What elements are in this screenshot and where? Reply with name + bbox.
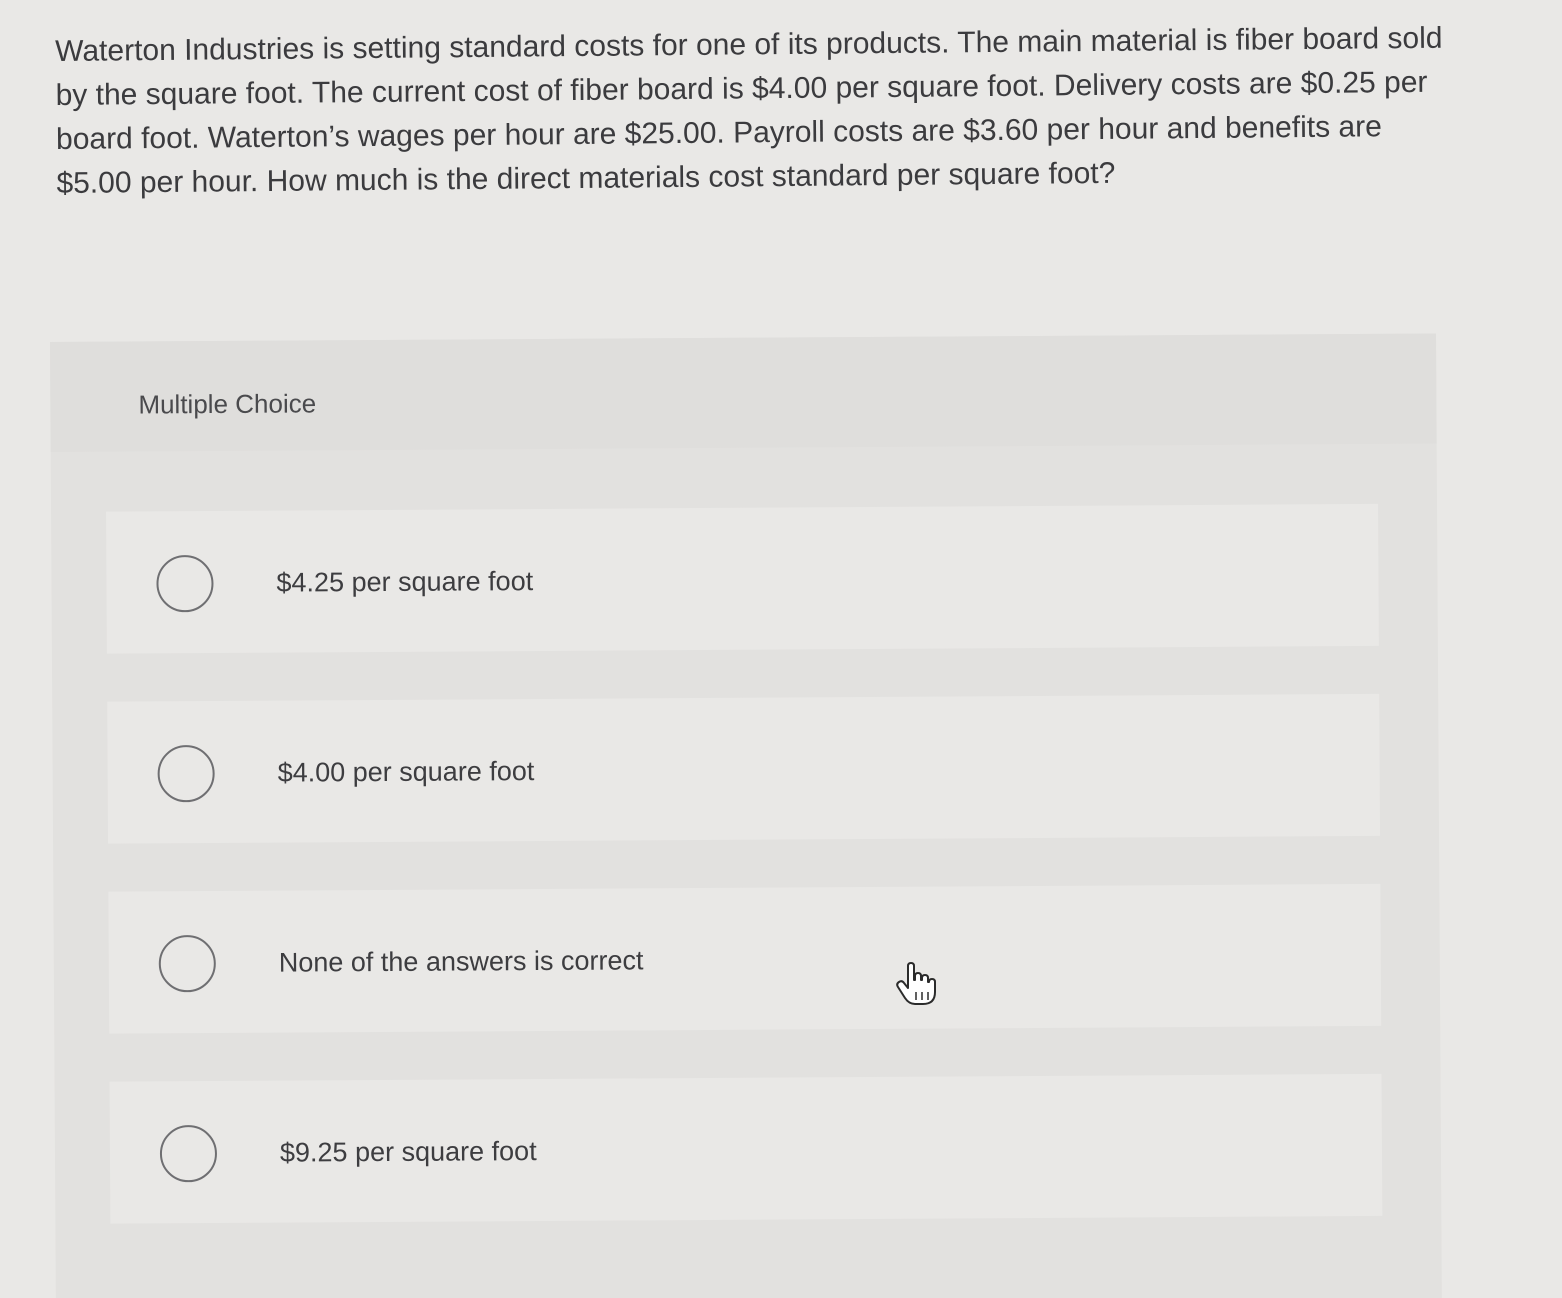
multiple-choice-panel: Multiple Choice $4.25 per square foot $4… xyxy=(50,333,1442,1298)
choice-label: $4.25 per square foot xyxy=(276,566,534,598)
question-text: Waterton Industries is setting standard … xyxy=(55,21,1443,200)
choice-option-2[interactable]: $4.00 per square foot xyxy=(107,693,1381,844)
choice-label: $4.00 per square foot xyxy=(277,756,535,788)
radio-button[interactable] xyxy=(156,555,214,613)
choice-option-4[interactable]: $9.25 per square foot xyxy=(109,1073,1383,1224)
radio-button[interactable] xyxy=(157,745,215,803)
radio-button[interactable] xyxy=(158,934,216,993)
choice-list: $4.25 per square foot $4.00 per square f… xyxy=(106,503,1383,1272)
multiple-choice-header: Multiple Choice xyxy=(50,333,1437,452)
choice-option-3[interactable]: None of the answers is correct xyxy=(108,883,1382,1034)
choice-label: $9.25 per square foot xyxy=(279,1136,537,1168)
quiz-page: Waterton Industries is setting standard … xyxy=(0,0,1562,1298)
choice-label: None of the answers is correct xyxy=(278,945,644,978)
hand-pointer-icon xyxy=(896,962,936,1005)
choice-option-1[interactable]: $4.25 per square foot xyxy=(106,503,1379,654)
radio-button[interactable] xyxy=(159,1124,218,1183)
